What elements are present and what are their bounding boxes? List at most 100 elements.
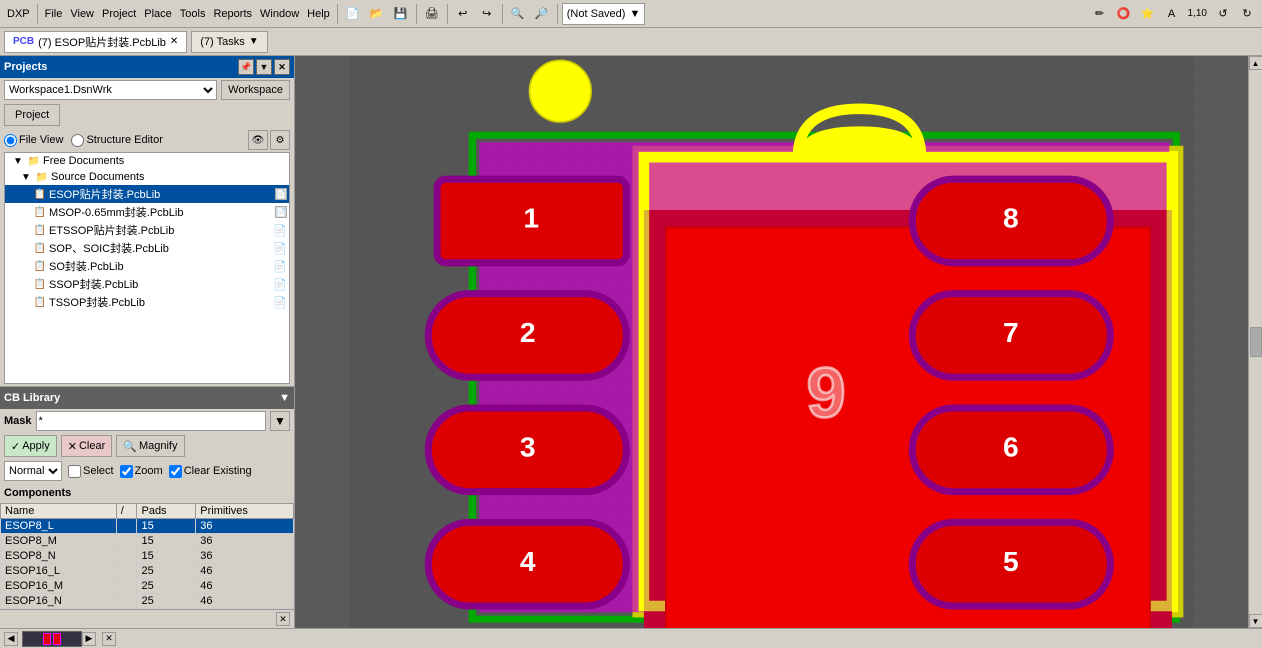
col-name[interactable]: Name bbox=[1, 504, 117, 519]
toolbar-right5[interactable]: ↺ bbox=[1212, 3, 1234, 25]
toolbar-icon2[interactable]: 📂 bbox=[366, 3, 388, 25]
tasks-dropdown-icon[interactable]: ▼ bbox=[249, 36, 259, 47]
clear-button[interactable]: ✕ Clear bbox=[61, 435, 113, 457]
project-btn-row: Project bbox=[0, 102, 294, 128]
toolbar-tools[interactable]: Tools bbox=[177, 3, 209, 25]
bottom-close-btn[interactable]: ✕ bbox=[276, 612, 290, 626]
select-checkbox[interactable]: Select bbox=[68, 465, 114, 478]
tree-item-source-docs[interactable]: ▼ 📁 Source Documents bbox=[5, 169, 289, 185]
scroll-down-btn[interactable]: ▼ bbox=[1249, 614, 1262, 628]
clear-existing-checkbox[interactable]: Clear Existing bbox=[169, 465, 252, 478]
eye-icon-btn[interactable]: 👁 bbox=[248, 130, 268, 150]
comp-sort-cell bbox=[116, 564, 137, 579]
components-panel: Components Name / Pads Primitives ESOP8_… bbox=[0, 483, 294, 609]
table-row[interactable]: ESOP16_L2546 bbox=[1, 564, 294, 579]
comp-pads-cell: 15 bbox=[137, 549, 196, 564]
toolbar-right1[interactable]: ✏ bbox=[1089, 3, 1111, 25]
file-view-tab[interactable]: File View bbox=[4, 134, 63, 147]
toolbar-place[interactable]: Place bbox=[141, 3, 175, 25]
options-row: Normal Select Zoom Clear Existing bbox=[0, 459, 294, 483]
scroll-thumb[interactable] bbox=[1250, 327, 1262, 357]
toolbar-view[interactable]: View bbox=[67, 3, 97, 25]
mask-dropdown-btn[interactable]: ▼ bbox=[270, 411, 290, 431]
svg-text:8: 8 bbox=[1003, 203, 1019, 234]
mask-row: Mask ▼ bbox=[0, 409, 294, 433]
toolbar-help[interactable]: Help bbox=[304, 3, 333, 25]
cb-library-panel: CB Library ▼ Mask ▼ ✓ Apply ✕ Clear 🔍 bbox=[0, 386, 294, 483]
tasks-tab[interactable]: (7) Tasks ▼ bbox=[191, 31, 267, 53]
magnify-button[interactable]: 🔍 Magnify bbox=[116, 435, 184, 457]
toolbar-icon1[interactable]: 📄 bbox=[342, 3, 364, 25]
toolbar-file[interactable]: File bbox=[42, 3, 66, 25]
tree-file-sop[interactable]: 📋 SOP、SOIC封装.PcbLib 📄 bbox=[5, 239, 289, 257]
pcb-canvas[interactable]: 1 2 3 4 5 6 7 8 9 9 bbox=[295, 56, 1248, 628]
tree-file-tssop[interactable]: 📋 TSSOP封装.PcbLib 📄 bbox=[5, 293, 289, 311]
col-sort[interactable]: / bbox=[116, 504, 137, 519]
col-pads[interactable]: Pads bbox=[137, 504, 196, 519]
tree-file-so[interactable]: 📋 SO封装.PcbLib 📄 bbox=[5, 257, 289, 275]
tab-close-icon[interactable]: ✕ bbox=[170, 36, 178, 47]
clear-icon: ✕ bbox=[68, 440, 77, 453]
mask-input[interactable] bbox=[36, 411, 266, 431]
collapse-icon: ▼ bbox=[11, 154, 25, 168]
scroll-track2 bbox=[1249, 358, 1262, 614]
pcb-lib-tab[interactable]: PCB (7) ESOP贴片封装.PcbLib ✕ bbox=[4, 31, 187, 53]
toolbar-window[interactable]: Window bbox=[257, 3, 302, 25]
tree-file-esop8l[interactable]: 📋 ESOP贴片封装.PcbLib 📄 bbox=[5, 185, 289, 203]
project-button[interactable]: Project bbox=[4, 104, 60, 126]
normal-select[interactable]: Normal bbox=[4, 461, 62, 481]
panel-close-btn[interactable]: ✕ bbox=[274, 59, 290, 75]
toolbar-reports[interactable]: Reports bbox=[210, 3, 255, 25]
table-row[interactable]: ESOP16_M2546 bbox=[1, 579, 294, 594]
toolbar-right3[interactable]: ⭐ bbox=[1137, 3, 1159, 25]
tree-file-etssop[interactable]: 📋 ETSSOP贴片封装.PcbLib 📄 bbox=[5, 221, 289, 239]
panel-menu-btn[interactable]: ▼ bbox=[256, 59, 272, 75]
toolbar-right2[interactable]: ⭕ bbox=[1113, 3, 1135, 25]
projects-title: Projects bbox=[4, 61, 47, 73]
comp-primitives-cell: 46 bbox=[196, 579, 294, 594]
magnify-icon: 🔍 bbox=[123, 440, 137, 453]
toolbar-zoom-out[interactable]: 🔎 bbox=[531, 3, 553, 25]
tree-file-ssop[interactable]: 📋 SSOP封装.PcbLib 📄 bbox=[5, 275, 289, 293]
components-header: Components bbox=[0, 483, 294, 503]
table-row[interactable]: ESOP16_N2546 bbox=[1, 594, 294, 609]
toolbar-zoom-in[interactable]: 🔍 bbox=[507, 3, 529, 25]
tree-file-msop[interactable]: 📋 MSOP-0.65mm封装.PcbLib 📄 bbox=[5, 203, 289, 221]
workspace-select[interactable]: Workspace1.DsnWrk bbox=[4, 80, 217, 100]
file-status-icon7: 📄 bbox=[273, 296, 287, 309]
settings-icon-btn[interactable]: ⚙ bbox=[270, 130, 290, 150]
table-row[interactable]: ESOP8_L1536 bbox=[1, 519, 294, 534]
structure-editor-tab[interactable]: Structure Editor bbox=[71, 134, 162, 147]
view-icons: 👁 ⚙ bbox=[248, 130, 290, 150]
workspace-button[interactable]: Workspace bbox=[221, 80, 290, 100]
apply-button[interactable]: ✓ Apply bbox=[4, 435, 57, 457]
statusbar-close-btn[interactable]: ✕ bbox=[102, 632, 116, 646]
toolbar-redo[interactable]: ↪ bbox=[476, 3, 498, 25]
col-primitives[interactable]: Primitives bbox=[196, 504, 294, 519]
panel-bottom: ✕ bbox=[0, 609, 294, 628]
collapse-source-icon: ▼ bbox=[19, 170, 33, 184]
scroll-up-btn[interactable]: ▲ bbox=[1249, 56, 1262, 70]
toolbar-icon3[interactable]: 💾 bbox=[390, 3, 412, 25]
left-panel: Projects 📌 ▼ ✕ Workspace1.DsnWrk Workspa… bbox=[0, 56, 295, 628]
toolbar-project[interactable]: Project bbox=[99, 3, 139, 25]
toolbar-dxp[interactable]: DXP bbox=[4, 3, 33, 25]
comp-name-cell: ESOP16_M bbox=[1, 579, 117, 594]
table-row[interactable]: ESOP8_M1536 bbox=[1, 534, 294, 549]
toolbar-undo[interactable]: ↩ bbox=[452, 3, 474, 25]
statusbar: ◀ ▶ ✕ bbox=[0, 628, 1262, 648]
not-saved-dropdown[interactable]: (Not Saved) ▼ bbox=[562, 3, 646, 25]
cb-library-header[interactable]: CB Library ▼ bbox=[0, 387, 294, 409]
zoom-checkbox[interactable]: Zoom bbox=[120, 465, 163, 478]
statusbar-left-btn[interactable]: ◀ bbox=[4, 632, 18, 646]
comp-name-cell: ESOP8_M bbox=[1, 534, 117, 549]
toolbar-right4[interactable]: A bbox=[1161, 3, 1183, 25]
toolbar-right6[interactable]: ↻ bbox=[1236, 3, 1258, 25]
panel-pin-btn[interactable]: 📌 bbox=[238, 59, 254, 75]
statusbar-right-btn[interactable]: ▶ bbox=[82, 632, 96, 646]
svg-text:9: 9 bbox=[806, 353, 845, 432]
table-row[interactable]: ESOP8_N1536 bbox=[1, 549, 294, 564]
toolbar-coords: 1,10 bbox=[1185, 3, 1210, 25]
tree-item-free-docs[interactable]: ▼ 📁 Free Documents bbox=[5, 153, 289, 169]
toolbar-print[interactable]: 🖨 bbox=[421, 3, 443, 25]
